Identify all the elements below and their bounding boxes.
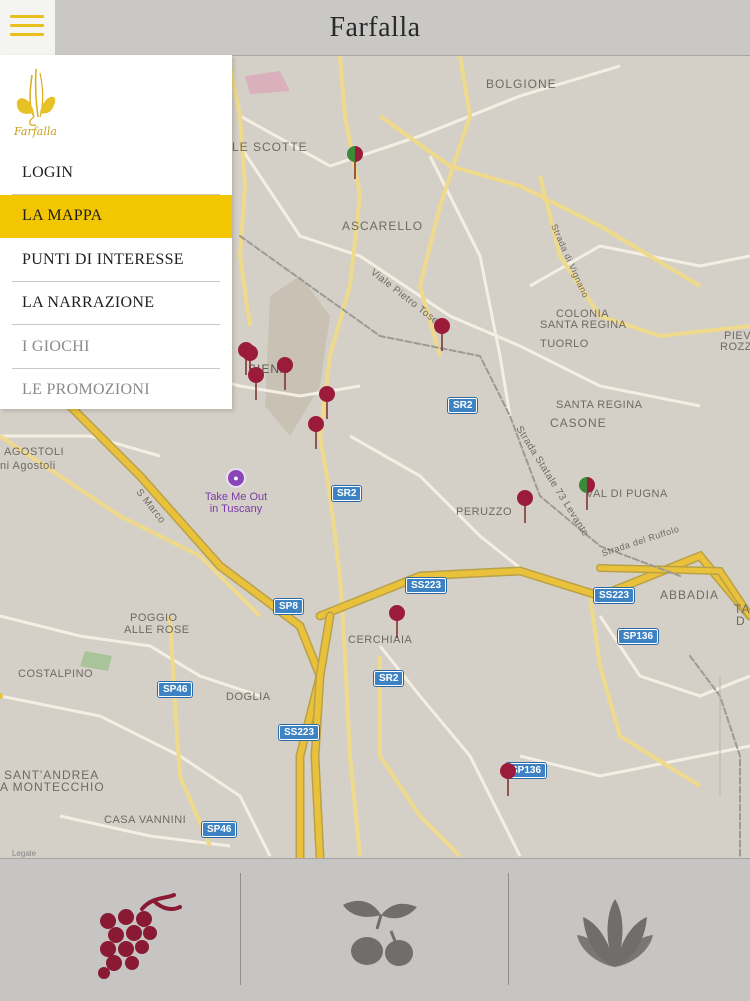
lotus-icon bbox=[577, 899, 653, 967]
road-shield: SR2 bbox=[374, 671, 404, 686]
map-label: DOGLIA bbox=[226, 691, 271, 703]
road-shield: SS223 bbox=[279, 725, 320, 740]
road-shield: SR2 bbox=[332, 486, 362, 501]
map-label: SANTA REGINA bbox=[556, 399, 643, 411]
map-pin[interactable] bbox=[307, 415, 325, 451]
map-pin[interactable] bbox=[276, 356, 294, 392]
menu-item-login[interactable]: LOGIN bbox=[0, 152, 232, 195]
menu-item-label: LA NARRAZIONE bbox=[22, 294, 155, 311]
map-label: ABBADIA bbox=[660, 588, 720, 602]
side-menu: Farfalla LOGIN LA MAPPA PUNTI DI INTERES… bbox=[0, 55, 232, 409]
map-pin[interactable] bbox=[433, 317, 451, 353]
map-label: ni Agostoli bbox=[0, 460, 56, 472]
menu-item-label: LOGIN bbox=[22, 164, 74, 181]
menu-item-label: LE PROMOZIONI bbox=[22, 381, 150, 398]
tab-wine[interactable] bbox=[0, 859, 240, 1001]
map-label: ALLE ROSE bbox=[124, 624, 190, 636]
menu-item-label: PUNTI DI INTERESSE bbox=[22, 251, 184, 268]
menu-item-label: LA MAPPA bbox=[22, 207, 103, 224]
farfalla-logo: Farfalla bbox=[13, 68, 57, 138]
map-label: POGGIO bbox=[130, 612, 178, 624]
map-pin[interactable] bbox=[388, 604, 406, 640]
map-pin[interactable] bbox=[516, 489, 534, 525]
map-label: TUORLO bbox=[540, 338, 589, 350]
road-shield: SR2 bbox=[448, 398, 478, 413]
map-legal-link[interactable]: Legale bbox=[12, 849, 36, 858]
map-label: ASCARELLO bbox=[342, 219, 424, 233]
road-shield: SP136 bbox=[618, 629, 659, 644]
menu-item-la-mappa[interactable]: LA MAPPA bbox=[0, 195, 232, 238]
poi-label-line1: Take Me Out bbox=[204, 491, 268, 503]
map-label: LE SCOTTE bbox=[232, 140, 308, 154]
map-label: CASA VANNINI bbox=[104, 814, 187, 826]
map-label: D bbox=[736, 614, 746, 628]
olive-icon bbox=[343, 900, 417, 966]
grapes-icon bbox=[98, 893, 182, 979]
top-bar: Farfalla bbox=[0, 0, 750, 56]
poi-label-line2: in Tuscany bbox=[209, 503, 263, 515]
map-label: SANTA REGINA bbox=[540, 319, 627, 331]
map-label: AGOSTOLI bbox=[4, 446, 65, 458]
menu-item-punti-di-interesse[interactable]: PUNTI DI INTERESSE bbox=[0, 239, 232, 282]
road-shield: SP46 bbox=[158, 682, 193, 697]
road-shield: SS223 bbox=[406, 578, 447, 593]
map-label: VAL DI PUGNA bbox=[586, 488, 668, 500]
menu-item-le-promozioni[interactable]: LE PROMOZIONI bbox=[0, 369, 232, 412]
menu-item-la-narrazione[interactable]: LA NARRAZIONE bbox=[0, 282, 232, 325]
app-title: Farfalla bbox=[329, 12, 421, 43]
poi-icon: ● bbox=[226, 468, 246, 488]
road-shield: SP8 bbox=[274, 599, 303, 614]
map-pin[interactable] bbox=[346, 145, 364, 181]
bottom-tab-bar bbox=[0, 858, 750, 1001]
poi-take-me-out[interactable]: ● Take Me Out in Tuscany bbox=[200, 468, 272, 515]
map-label: BOLGIONE bbox=[486, 77, 557, 91]
menu-item-label: I GIOCHI bbox=[22, 338, 90, 355]
tab-olive[interactable] bbox=[241, 859, 508, 1001]
tab-wellness[interactable] bbox=[509, 859, 750, 1001]
map-label: COSTALPINO bbox=[18, 668, 94, 680]
map-pin[interactable] bbox=[247, 366, 265, 402]
map-pin[interactable] bbox=[499, 762, 517, 798]
map-label: A MONTECCHIO bbox=[0, 780, 105, 794]
road-shield: SP46 bbox=[202, 822, 237, 837]
road-shield: SS223 bbox=[594, 588, 635, 603]
menu-divider bbox=[12, 324, 220, 325]
map-label: PERUZZO bbox=[456, 506, 513, 518]
svg-text:Farfalla: Farfalla bbox=[13, 125, 57, 138]
map-pin[interactable] bbox=[578, 476, 596, 512]
map-label: CASONE bbox=[550, 416, 607, 430]
map-label: ROZZ bbox=[720, 341, 750, 353]
menu-item-i-giochi[interactable]: I GIOCHI bbox=[0, 326, 232, 369]
